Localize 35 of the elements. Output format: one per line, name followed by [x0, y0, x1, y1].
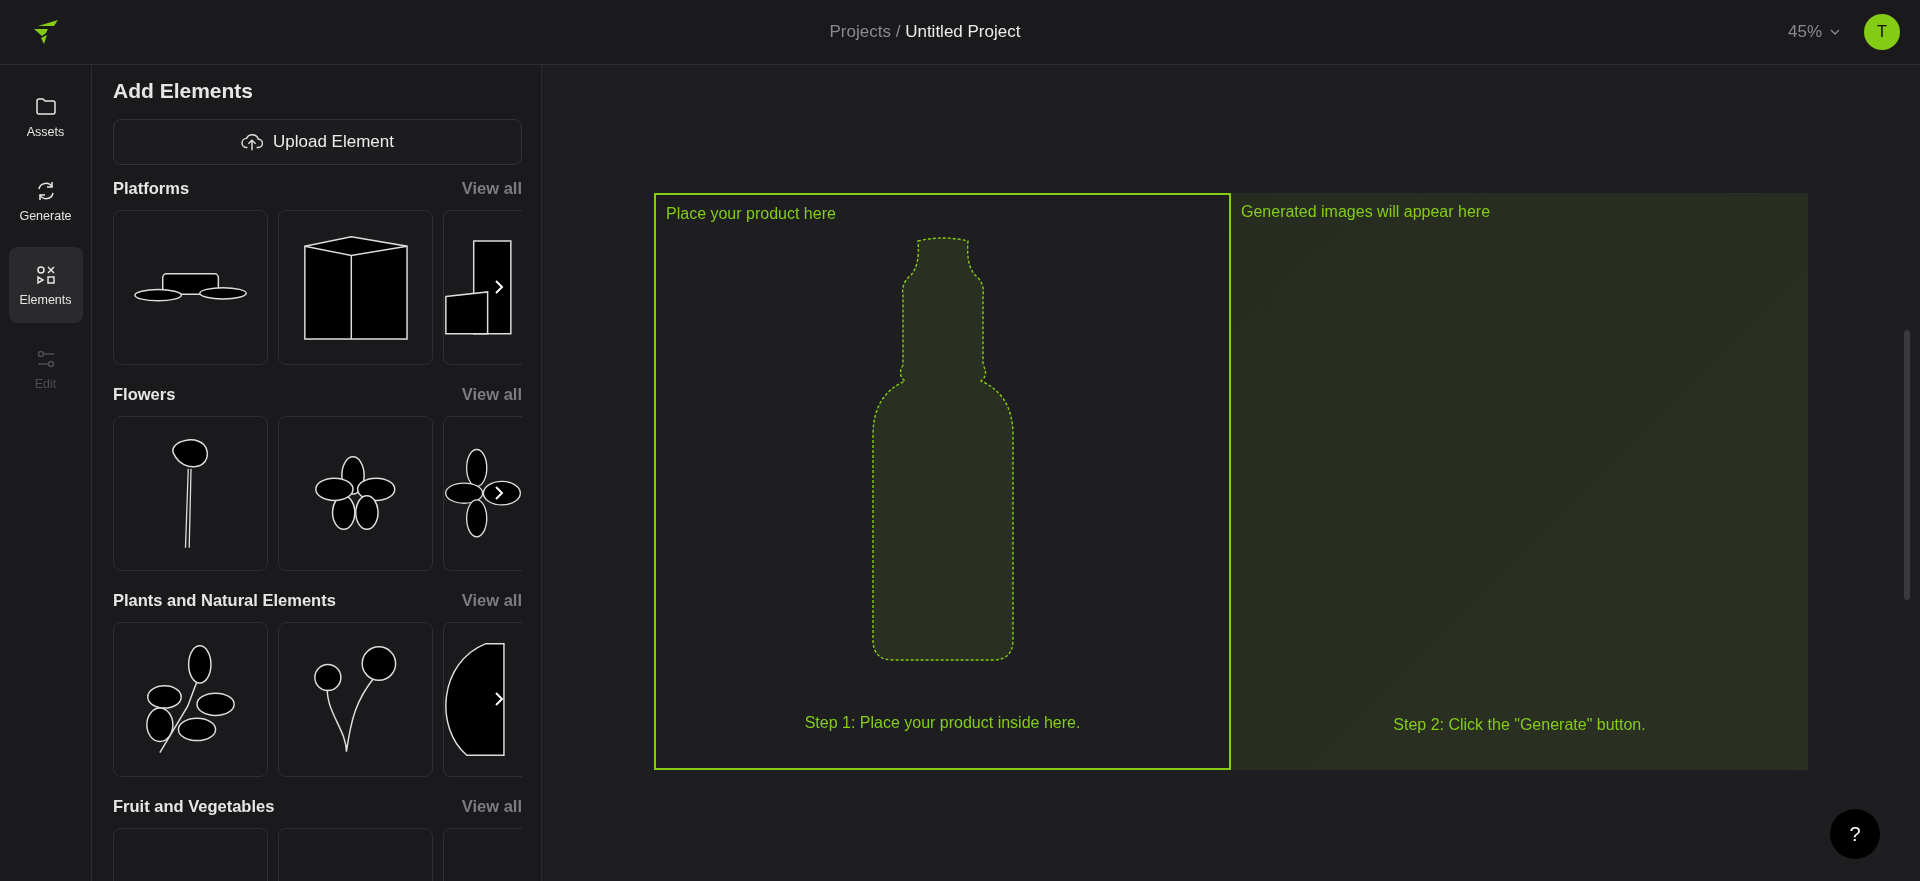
upload-element-button[interactable]: Upload Element [113, 119, 522, 165]
element-card[interactable] [278, 210, 433, 365]
breadcrumb-separator: / [895, 22, 901, 41]
product-drop-frame[interactable]: Place your product here Step 1: Place your product inside here. [654, 193, 1231, 770]
view-all-link[interactable]: View all [461, 385, 522, 404]
panel-title: Add Elements [113, 79, 255, 103]
nav-item[interactable]: Assets [8, 79, 83, 155]
view-all-link[interactable]: View all [461, 179, 522, 198]
user-avatar[interactable]: T [1864, 14, 1900, 50]
step-instruction: Step 2: Click the "Generate" button. [1393, 716, 1646, 734]
cloud-upload-icon [241, 132, 263, 152]
chevron-right-icon[interactable] [494, 691, 504, 707]
section-title: Plants and Natural Elements [113, 591, 336, 610]
view-all-link[interactable]: View all [461, 797, 522, 816]
frame-label: Place your product here [665, 205, 836, 223]
element-card[interactable] [278, 416, 433, 571]
chevron-right-icon[interactable] [494, 485, 504, 501]
frame-label: Generated images will appear here [1240, 203, 1491, 221]
chevron-down-icon[interactable] [1830, 29, 1840, 35]
chevron-right-icon[interactable] [494, 279, 504, 295]
project-title: Untitled Project [905, 22, 1021, 41]
element-card[interactable] [443, 210, 522, 365]
section-title: Flowers [113, 385, 176, 404]
scrollbar-thumb[interactable] [1904, 330, 1910, 600]
nav-item[interactable]: Generate [8, 163, 83, 239]
section-title: Fruit and Vegetables [113, 797, 275, 816]
element-card[interactable] [443, 416, 522, 571]
breadcrumb-link[interactable]: Projects [829, 22, 891, 41]
nav-item[interactable]: Elements [8, 247, 83, 323]
element-card[interactable] [113, 622, 268, 777]
element-card[interactable] [443, 622, 522, 777]
zoom-level[interactable]: 45% [1787, 22, 1822, 42]
view-all-link[interactable]: View all [461, 591, 522, 610]
step-instruction: Step 1: Place your product inside here. [804, 714, 1081, 732]
section-title: Platforms [113, 179, 190, 198]
